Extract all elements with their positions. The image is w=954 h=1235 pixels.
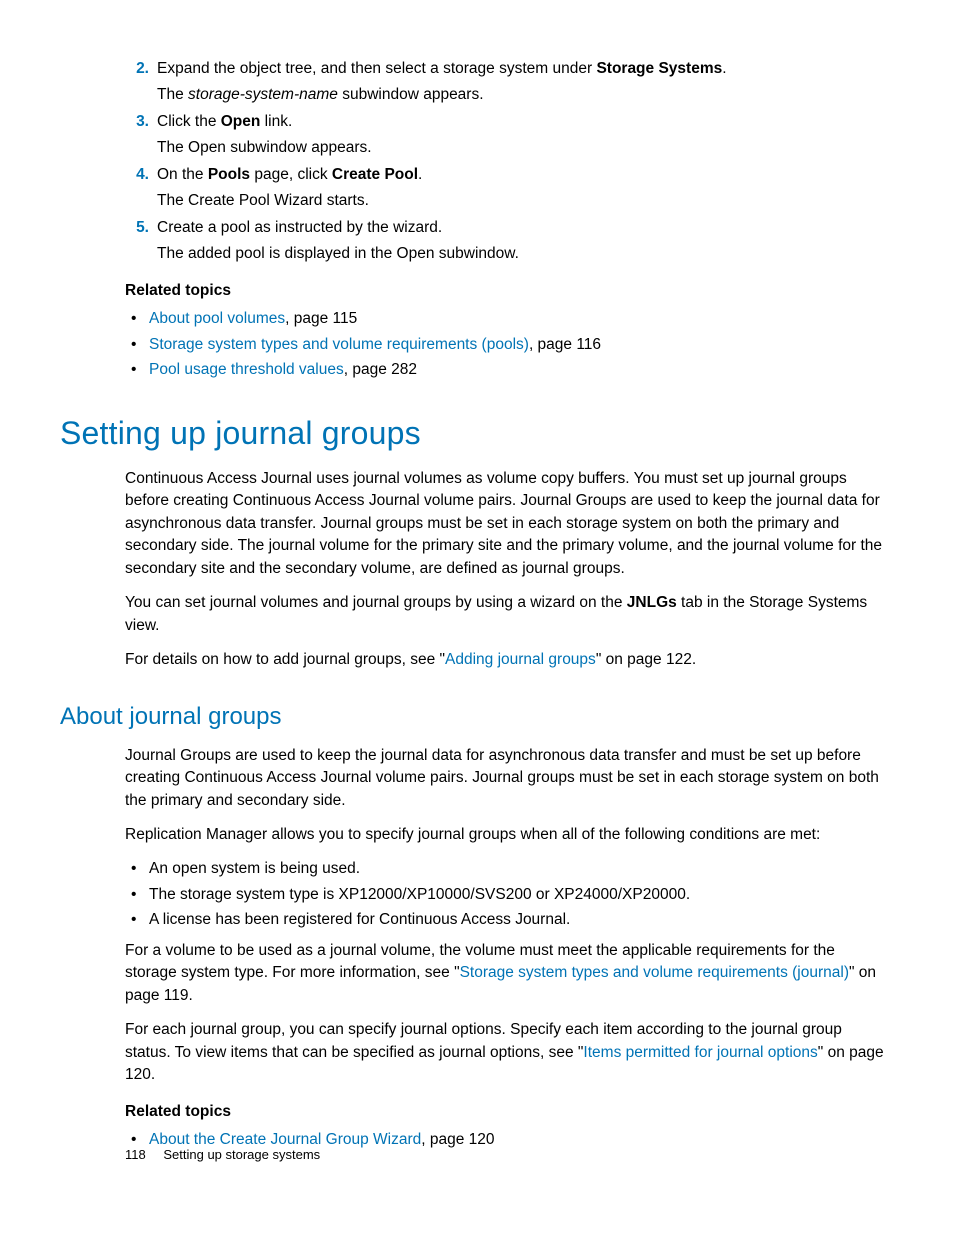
list-item: A license has been registered for Contin… xyxy=(125,909,889,931)
step-line: Click the Open link. xyxy=(157,111,889,133)
related-topics-heading: Related topics xyxy=(125,280,889,302)
paragraph: You can set journal volumes and journal … xyxy=(125,592,889,637)
related-topics-list: About pool volumes, page 115 Storage sys… xyxy=(125,308,889,381)
step-number: 2. xyxy=(125,58,149,80)
paragraph: For details on how to add journal groups… xyxy=(125,649,889,671)
subsection-body: Journal Groups are used to keep the jour… xyxy=(125,745,889,1152)
section-body: Continuous Access Journal uses journal v… xyxy=(125,468,889,672)
step-line: The added pool is displayed in the Open … xyxy=(157,243,889,265)
step-line: On the Pools page, click Create Pool. xyxy=(157,164,889,186)
paragraph: For a volume to be used as a journal vol… xyxy=(125,940,889,1007)
document-page: 2. Expand the object tree, and then sele… xyxy=(0,0,954,1235)
link-pool-usage-threshold[interactable]: Pool usage threshold values xyxy=(149,361,344,378)
list-item: An open system is being used. xyxy=(125,858,889,880)
link-storage-system-types-journal[interactable]: Storage system types and volume requirem… xyxy=(460,964,849,981)
paragraph: For each journal group, you can specify … xyxy=(125,1019,889,1086)
step-number: 3. xyxy=(125,111,149,133)
page-number: 118 xyxy=(125,1147,146,1162)
step-line: The Open subwindow appears. xyxy=(157,137,889,159)
step-4: 4. On the Pools page, click Create Pool.… xyxy=(125,164,889,213)
link-storage-system-types-pools[interactable]: Storage system types and volume requirem… xyxy=(149,336,529,353)
link-items-permitted-journal-options[interactable]: Items permitted for journal options xyxy=(583,1044,817,1061)
step-line: Create a pool as instructed by the wizar… xyxy=(157,217,889,239)
related-item: Storage system types and volume requirem… xyxy=(125,334,889,356)
step-line: The storage-system-name subwindow appear… xyxy=(157,84,889,106)
subsection-heading: About journal groups xyxy=(60,700,894,735)
paragraph: Journal Groups are used to keep the jour… xyxy=(125,745,889,812)
step-line: The Create Pool Wizard starts. xyxy=(157,190,889,212)
step-2: 2. Expand the object tree, and then sele… xyxy=(125,58,889,107)
step-number: 5. xyxy=(125,217,149,239)
link-about-pool-volumes[interactable]: About pool volumes xyxy=(149,310,285,327)
related-item: About pool volumes, page 115 xyxy=(125,308,889,330)
footer-title: Setting up storage systems xyxy=(163,1147,320,1162)
step-3: 3. Click the Open link. The Open subwind… xyxy=(125,111,889,160)
paragraph: Continuous Access Journal uses journal v… xyxy=(125,468,889,580)
step-5: 5. Create a pool as instructed by the wi… xyxy=(125,217,889,266)
ordered-steps: 2. Expand the object tree, and then sele… xyxy=(125,58,889,266)
related-topics-heading: Related topics xyxy=(125,1101,889,1123)
page-footer: 118 Setting up storage systems xyxy=(125,1146,320,1165)
related-item: Pool usage threshold values, page 282 xyxy=(125,359,889,381)
steps-block: 2. Expand the object tree, and then sele… xyxy=(125,58,889,382)
list-item: The storage system type is XP12000/XP100… xyxy=(125,884,889,906)
link-adding-journal-groups[interactable]: Adding journal groups xyxy=(445,651,596,668)
paragraph: Replication Manager allows you to specif… xyxy=(125,824,889,846)
conditions-list: An open system is being used. The storag… xyxy=(125,858,889,931)
section-heading: Setting up journal groups xyxy=(60,410,894,456)
step-number: 4. xyxy=(125,164,149,186)
step-line: Expand the object tree, and then select … xyxy=(157,58,889,80)
